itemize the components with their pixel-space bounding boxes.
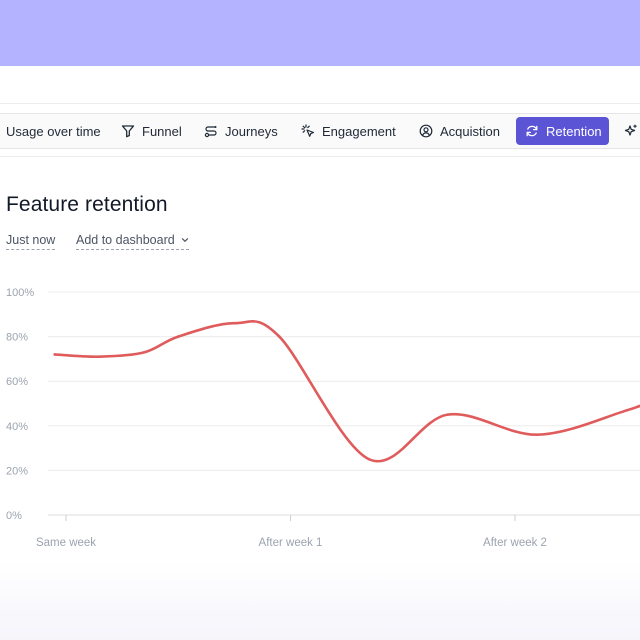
retention-series-line [53,320,640,463]
data-point [233,321,236,325]
y-tick-label: 40% [6,421,28,433]
y-tick-label: 0% [6,510,22,522]
divider [0,103,640,104]
x-tick-label: After week 1 [259,537,323,549]
data-point [446,413,449,416]
tab-usage-over-time[interactable]: Usage over time [6,117,101,145]
x-tick-label: Same week [36,537,96,549]
tab-label: Engagement [322,123,396,139]
data-point [98,355,101,358]
last-updated-label: Just now [6,233,56,247]
chart-title: Feature retention [6,193,168,216]
funnel-icon [121,124,135,138]
data-point [143,350,146,354]
last-updated[interactable]: Just now [6,233,56,250]
top-banner [0,0,640,66]
report-tabs: Usage over time Funnel Journeys Engageme… [0,113,640,149]
x-axis: Same week After week 1 After week 2 [36,515,547,549]
retention-line-chart: 0% 20% 40% 60% 80% 100% Same week After week 1… [6,287,640,549]
y-tick-label: 100% [6,287,34,299]
route-icon [204,124,218,138]
divider [0,156,640,157]
tab-funnel[interactable]: Funnel [121,117,182,145]
tab-more[interactable] [624,117,640,145]
tab-label: Journeys [225,123,278,139]
bottom-fade [0,560,640,640]
data-point [277,335,281,338]
data-point [625,408,629,412]
data-point [367,457,371,461]
add-to-dashboard-label: Add to dashboard [76,233,175,247]
add-to-dashboard-button[interactable]: Add to dashboard [76,233,189,250]
x-tick-label: After week 2 [483,537,547,549]
data-point [53,353,57,356]
chevron-down-icon [181,236,189,244]
tab-acquistion[interactable]: Acquistion [419,117,500,145]
tab-label: Retention [546,123,602,139]
tab-retention[interactable]: Retention [516,117,609,145]
tab-engagement[interactable]: Engagement [301,117,396,145]
data-point [176,335,180,338]
tab-label: Usage over time [6,123,101,139]
refresh-icon [525,124,539,138]
user-circle-icon [419,124,433,138]
grid-lines [48,291,640,516]
sparkles-icon [624,124,638,138]
tab-label: Acquistion [440,123,500,139]
y-tick-label: 80% [6,332,28,344]
cursor-click-icon [301,124,315,138]
tab-journeys[interactable]: Journeys [204,117,278,145]
data-point [536,433,539,437]
tab-label: Funnel [142,123,182,139]
y-tick-label: 60% [6,376,28,388]
y-axis-labels: 0% 20% 40% 60% 80% 100% [6,287,34,522]
series-layer [53,320,640,463]
y-tick-label: 20% [6,465,28,477]
